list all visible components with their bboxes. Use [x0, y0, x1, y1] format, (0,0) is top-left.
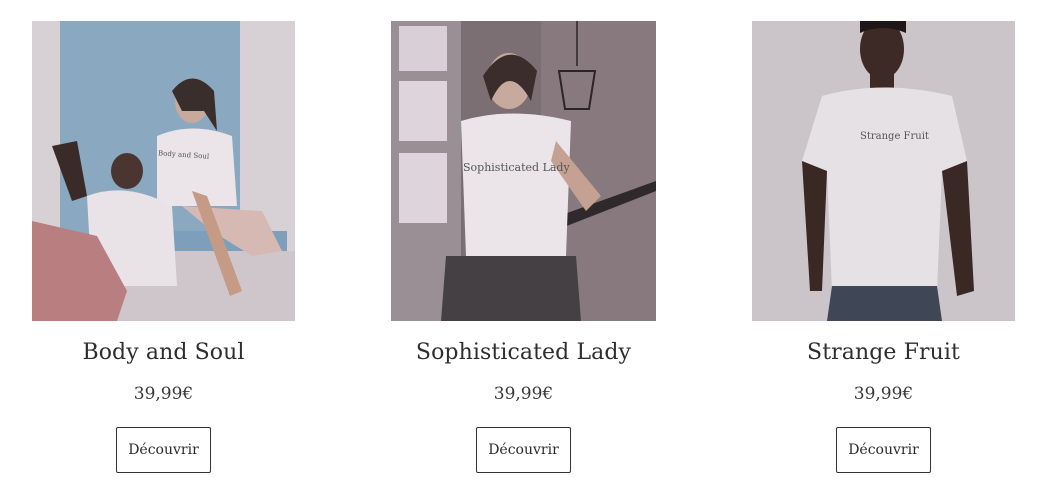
shirt-print-text: Sophisticated Lady	[463, 161, 570, 174]
product-card: Strange Fruit Strange Fruit 39,99€ Décou…	[752, 21, 1015, 473]
product-grid: Body and Soul Body and Soul 39,99€ Décou…	[0, 0, 1046, 494]
product-image-strange-fruit[interactable]: Strange Fruit	[752, 21, 1015, 321]
product-price: 39,99€	[493, 384, 554, 404]
product-card: Body and Soul Body and Soul 39,99€ Décou…	[32, 21, 295, 473]
product-price: 39,99€	[133, 384, 194, 404]
discover-button[interactable]: Découvrir	[476, 427, 571, 473]
product-image-body-and-soul[interactable]: Body and Soul	[32, 21, 295, 321]
product-image-sophisticated-lady[interactable]: Sophisticated Lady	[391, 21, 656, 321]
product-price: 39,99€	[853, 384, 914, 404]
shirt-print-text: Strange Fruit	[860, 131, 929, 142]
discover-button[interactable]: Découvrir	[836, 427, 931, 473]
discover-button[interactable]: Découvrir	[116, 427, 211, 473]
product-title[interactable]: Body and Soul	[32, 339, 295, 367]
product-title[interactable]: Sophisticated Lady	[391, 339, 656, 367]
product-card: Sophisticated Lady Sophisticated Lady 39…	[391, 21, 656, 473]
man-model-photo	[752, 21, 1015, 321]
product-title[interactable]: Strange Fruit	[752, 339, 1015, 367]
two-models-photo	[32, 21, 295, 321]
